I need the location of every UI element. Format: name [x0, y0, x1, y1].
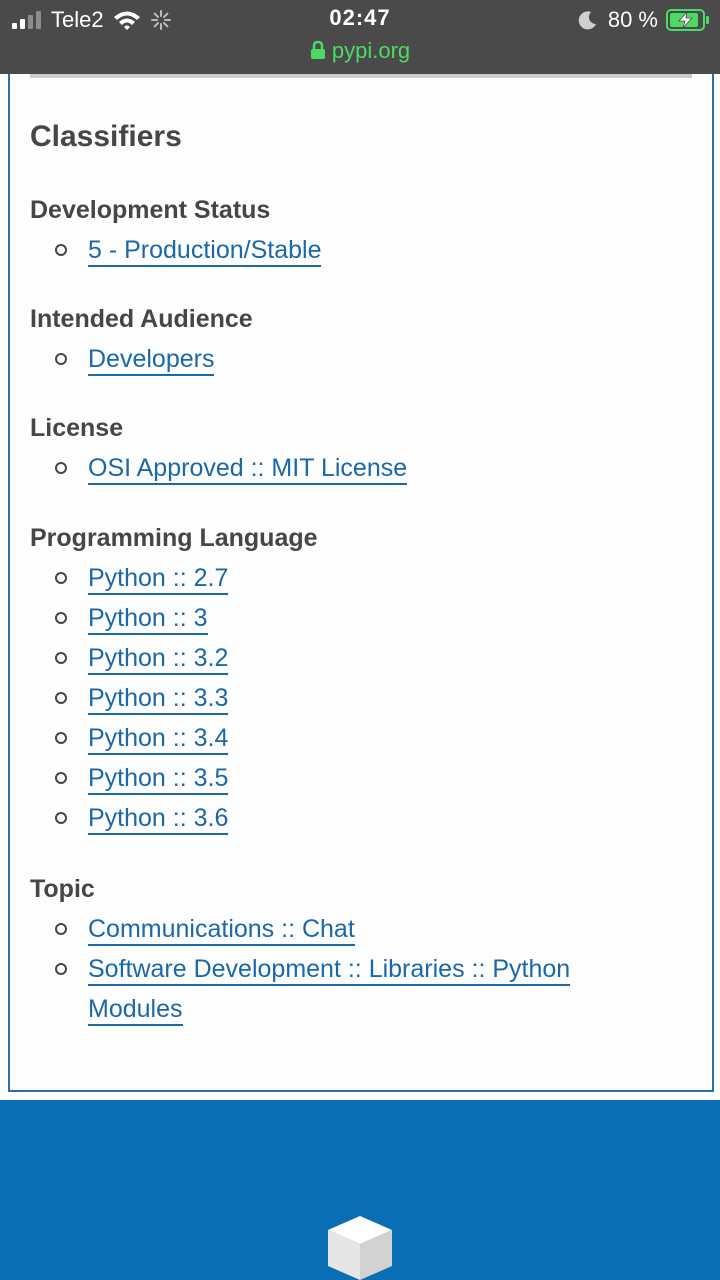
- bullet-icon: [55, 923, 67, 935]
- address-bar[interactable]: pypi.org: [0, 38, 720, 64]
- classifier-link[interactable]: Python :: 3.6: [88, 804, 229, 835]
- pypi-logo-icon: [328, 1216, 392, 1280]
- list-item: Python :: 3.6: [30, 798, 690, 838]
- classifier-link[interactable]: Communications :: Chat: [88, 915, 355, 946]
- bullet-icon: [55, 244, 67, 256]
- classifier-link[interactable]: Python :: 3.2: [88, 644, 229, 675]
- divider: [30, 74, 692, 78]
- bullet-icon: [55, 462, 67, 474]
- group-title: License: [30, 414, 124, 442]
- bullet-icon: [55, 692, 67, 704]
- bullet-icon: [55, 353, 67, 365]
- classifier-link[interactable]: 5 - Production/Stable: [88, 236, 322, 267]
- bullet-icon: [55, 612, 67, 624]
- list-item: Python :: 3.4: [30, 718, 690, 758]
- classifier-link-continued[interactable]: Modules: [88, 995, 183, 1026]
- battery-percent: 80 %: [607, 7, 658, 32]
- group-intended-audience: Intended Audience Developers: [30, 299, 690, 379]
- list-item: Python :: 3.3: [30, 678, 690, 718]
- group-topic: Topic Communications :: Chat Software De…: [30, 869, 690, 1029]
- group-programming-language: Programming Language Python :: 2.7 Pytho…: [30, 518, 690, 838]
- group-license: License OSI Approved :: MIT License: [30, 408, 690, 488]
- footer: [0, 1100, 720, 1280]
- section-title: Classifiers: [30, 120, 182, 153]
- group-title: Development Status: [30, 196, 271, 224]
- list-item: Python :: 3: [30, 598, 690, 638]
- bullet-icon: [55, 772, 67, 784]
- group-title: Intended Audience: [30, 305, 253, 333]
- classifier-link[interactable]: OSI Approved :: MIT License: [88, 454, 408, 485]
- list-item: Python :: 2.7: [30, 558, 690, 598]
- group-development-status: Development Status 5 - Production/Stable: [30, 190, 690, 270]
- list-item: Developers: [30, 339, 690, 379]
- bullet-icon: [55, 572, 67, 584]
- lock-icon: [310, 40, 325, 59]
- status-bar: Tele2 02:47 pypi.org 80 %: [0, 0, 720, 74]
- group-title: Topic: [30, 875, 95, 903]
- list-item: 5 - Production/Stable: [30, 230, 690, 270]
- bullet-icon: [55, 812, 67, 824]
- list-item: Software Development :: Libraries :: Pyt…: [30, 949, 690, 1029]
- group-title: Programming Language: [30, 524, 318, 552]
- list-item: OSI Approved :: MIT License: [30, 448, 690, 488]
- classifier-link[interactable]: Python :: 3.5: [88, 764, 229, 795]
- url-text: pypi.org: [331, 38, 411, 63]
- classifier-link[interactable]: Python :: 3: [88, 604, 208, 635]
- moon-icon: [578, 11, 596, 30]
- list-item: Python :: 3.5: [30, 758, 690, 798]
- bullet-icon: [55, 732, 67, 744]
- classifier-link[interactable]: Python :: 3.3: [88, 684, 229, 715]
- bullet-icon: [55, 963, 67, 975]
- bullet-icon: [55, 652, 67, 664]
- classifier-link[interactable]: Software Development :: Libraries :: Pyt…: [88, 955, 571, 986]
- classifier-link[interactable]: Python :: 2.7: [88, 564, 229, 595]
- battery-charging-icon: [666, 9, 709, 31]
- list-item: Communications :: Chat: [30, 909, 690, 949]
- list-item: Python :: 3.2: [30, 638, 690, 678]
- classifier-link[interactable]: Python :: 3.4: [88, 724, 229, 755]
- status-right: 80 %: [578, 6, 710, 34]
- classifier-link[interactable]: Developers: [88, 345, 215, 376]
- classifiers-card: Classifiers Development Status 5 - Produ…: [8, 74, 714, 1092]
